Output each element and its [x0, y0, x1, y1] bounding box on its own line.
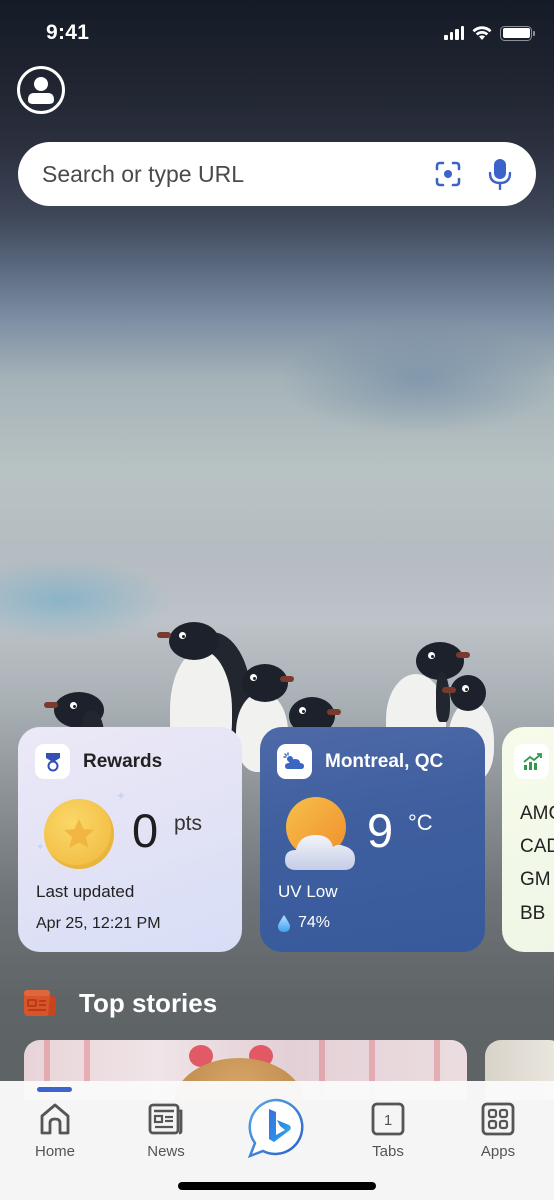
- partly-cloudy-icon: [282, 751, 304, 769]
- temperature: 9: [367, 804, 394, 857]
- apps-grid-icon: [481, 1102, 515, 1136]
- stocks-card[interactable]: AMC CAD GM BB: [502, 727, 554, 952]
- microphone-icon[interactable]: [488, 158, 512, 190]
- visual-search-icon[interactable]: [434, 160, 462, 188]
- status-bar: 9:41: [0, 0, 554, 60]
- humidity-value: 74%: [298, 914, 331, 931]
- search-bar[interactable]: Search or type URL: [18, 142, 536, 206]
- sun-cloud-icon: [285, 797, 355, 870]
- top-stories-header: Top stories: [23, 988, 217, 1019]
- tabs-icon: 1: [371, 1102, 405, 1136]
- nav-home-label: Home: [34, 1143, 75, 1160]
- rewards-icon-tile: [35, 744, 70, 779]
- rewards-title: Rewards: [83, 751, 163, 772]
- trending-up-icon: [522, 752, 542, 770]
- nav-tabs-label: Tabs: [372, 1143, 404, 1160]
- tab-count: 1: [384, 1112, 392, 1129]
- nav-apps-label: Apps: [480, 1143, 516, 1160]
- sparkle-icon: ✦: [116, 789, 127, 803]
- last-updated-label: Last updated: [36, 882, 135, 901]
- search-input[interactable]: Search or type URL: [42, 161, 434, 188]
- temperature-unit: °C: [408, 810, 433, 835]
- star-icon: [64, 819, 94, 848]
- medal-icon: [45, 752, 60, 771]
- humidity: 74%: [278, 914, 330, 932]
- uv-index: UV Low: [278, 882, 338, 901]
- nav-news[interactable]: News: [126, 1101, 206, 1160]
- cellular-signal-icon: [444, 26, 464, 40]
- battery-icon: [500, 25, 535, 41]
- stock-ticker[interactable]: AMC: [520, 803, 554, 825]
- stock-ticker[interactable]: GM: [520, 869, 551, 891]
- stock-ticker[interactable]: CAD: [520, 836, 554, 858]
- nav-home[interactable]: Home: [15, 1101, 95, 1160]
- nav-tabs[interactable]: 1 Tabs: [348, 1101, 428, 1160]
- newspaper-icon: [148, 1103, 183, 1135]
- weather-icon-tile: [277, 744, 312, 779]
- coin-icon: [44, 799, 114, 869]
- sparkle-icon: ✦: [36, 842, 45, 853]
- profile-button[interactable]: [17, 66, 65, 114]
- stocks-icon-tile: [514, 744, 549, 779]
- nav-news-label: News: [147, 1143, 185, 1160]
- rewards-points-unit: pts: [174, 812, 203, 835]
- home-indicator[interactable]: [178, 1182, 376, 1190]
- stock-ticker[interactable]: BB: [520, 903, 545, 925]
- last-updated-date: Apr 25, 12:21 PM: [36, 915, 161, 932]
- weather-location: Montreal, QC: [325, 751, 444, 772]
- top-stories-title: Top stories: [79, 988, 218, 1018]
- bottom-navigation: Home News 1 Tabs Apps: [0, 1081, 554, 1200]
- widget-cards: Rewards ✦ ✦ 0 pts Last updated Apr 25, 1…: [18, 727, 554, 952]
- wifi-icon: [472, 26, 492, 40]
- nav-apps[interactable]: Apps: [458, 1101, 538, 1160]
- rewards-card[interactable]: Rewards ✦ ✦ 0 pts Last updated Apr 25, 1…: [18, 727, 242, 952]
- news-icon: [24, 990, 56, 1016]
- rewards-points: 0: [132, 804, 159, 857]
- account-circle-icon: [28, 77, 54, 104]
- weather-card[interactable]: Montreal, QC 9 °C UV Low 74%: [260, 727, 485, 952]
- status-time: 9:41: [46, 21, 90, 44]
- active-tab-indicator: [37, 1087, 72, 1092]
- bing-chat-icon[interactable]: [246, 1097, 308, 1159]
- home-icon: [40, 1103, 70, 1135]
- water-drop-icon: [278, 914, 290, 932]
